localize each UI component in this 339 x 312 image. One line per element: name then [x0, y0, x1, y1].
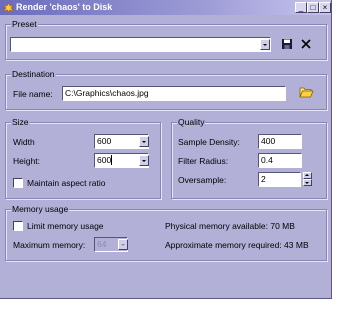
title-bar[interactable]: Render 'chaos' to Disk _ □ × [0, 0, 331, 15]
filter-radius-label: Filter Radius: [178, 156, 229, 166]
render-dialog: Render 'chaos' to Disk _ □ × Preset Dest… [0, 0, 332, 299]
height-dropdown-button[interactable] [139, 155, 149, 166]
memory-group-title: Memory usage [11, 204, 70, 215]
sample-density-label: Sample Density: [178, 137, 240, 147]
maximum-memory-dropdown-button[interactable] [118, 239, 128, 250]
preset-combobox[interactable] [10, 37, 271, 52]
close-button[interactable]: × [319, 2, 331, 13]
memory-group: Memory usage [5, 204, 327, 261]
text-caret [111, 155, 112, 165]
limit-memory-label: Limit memory usage [27, 221, 104, 231]
physical-memory-text: Physical memory available: 70 MB [165, 221, 295, 231]
limit-memory-checkbox[interactable] [13, 221, 23, 231]
floppy-save-icon[interactable] [281, 38, 293, 50]
window-title: Render 'chaos' to Disk [16, 2, 113, 12]
oversample-input[interactable]: 2 [258, 172, 301, 187]
maintain-aspect-checkbox[interactable] [13, 178, 23, 188]
app-flame-icon [3, 2, 14, 13]
open-folder-icon[interactable] [299, 86, 314, 98]
destination-group-title: Destination [11, 69, 56, 80]
height-label: Height: [13, 156, 40, 166]
quality-group-title: Quality [177, 117, 206, 128]
sample-density-input[interactable]: 400 [258, 134, 302, 149]
oversample-label: Oversample: [178, 175, 227, 185]
oversample-spin-up[interactable] [303, 172, 312, 179]
filter-radius-input[interactable]: 0.4 [258, 153, 302, 168]
file-name-label: File name: [13, 89, 53, 99]
width-dropdown-button[interactable] [139, 136, 149, 147]
approx-memory-text: Approximate memory required: 43 MB [165, 240, 309, 250]
minimize-button[interactable]: _ [295, 2, 307, 13]
delete-x-icon[interactable] [300, 38, 312, 50]
maintain-aspect-label: Maintain aspect ratio [27, 178, 106, 188]
maximize-button[interactable]: □ [307, 2, 319, 13]
file-name-input[interactable]: C:\Graphics\chaos.jpg [62, 86, 286, 101]
preset-group-title: Preset [11, 19, 38, 30]
width-label: Width [13, 137, 35, 147]
maximum-memory-label: Maximum memory: [13, 240, 86, 250]
size-group-title: Size [11, 117, 30, 128]
oversample-spin-down[interactable] [303, 179, 312, 186]
preset-dropdown-button[interactable] [260, 39, 270, 50]
